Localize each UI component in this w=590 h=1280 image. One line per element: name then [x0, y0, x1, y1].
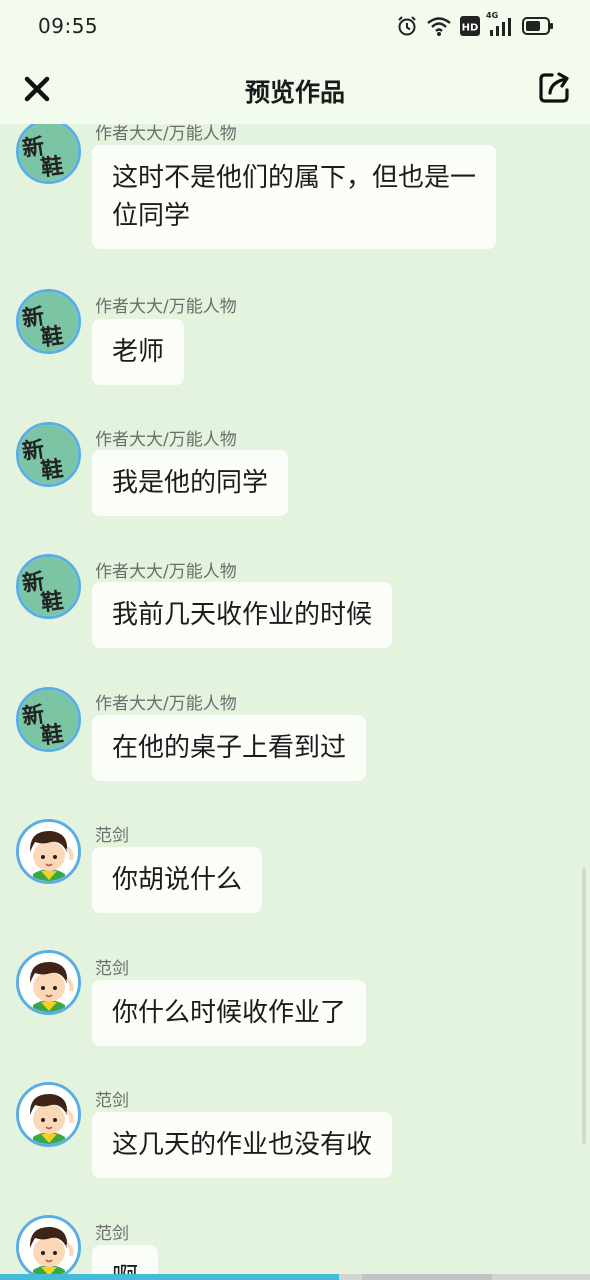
xin-sticker-avatar-icon: 新鞋: [19, 124, 78, 181]
sender-name: 作者大大/万能人物: [95, 297, 237, 317]
hd-icon: HD: [460, 16, 480, 36]
avatar[interactable]: 新鞋: [16, 422, 81, 487]
message-bubble: 啊: [92, 1245, 159, 1274]
cartoon-boy-avatar-icon: [19, 1085, 78, 1144]
message-bubble: 在他的桌子上看到过: [92, 715, 367, 781]
avatar[interactable]: [16, 1215, 81, 1274]
cartoon-boy-avatar-icon: [19, 822, 78, 881]
wifi-icon: [426, 15, 452, 37]
message-bubble: 你胡说什么: [92, 847, 263, 913]
alarm-icon: [396, 15, 418, 37]
page-title: 预览作品: [244, 78, 345, 107]
playback-progress-fill: [0, 1274, 340, 1280]
avatar[interactable]: 新鞋: [16, 289, 81, 354]
xin-sticker-avatar-icon: 新鞋: [19, 425, 78, 484]
xin-sticker-avatar-icon: 新鞋: [19, 292, 78, 351]
cartoon-boy-avatar-icon: [19, 1218, 78, 1274]
svg-text:鞋: 鞋: [39, 457, 64, 484]
message-bubble: 这时不是他们的属下，但也是一位同学: [92, 145, 496, 249]
svg-text:鞋: 鞋: [39, 589, 64, 616]
top-navigation-bar: 预览作品: [0, 54, 590, 124]
sender-name: 范剑: [95, 959, 129, 979]
sender-name: 范剑: [95, 1091, 129, 1111]
share-icon: [539, 72, 569, 103]
svg-text:鞋: 鞋: [39, 324, 64, 351]
sender-name: 作者大大/万能人物: [95, 694, 237, 714]
avatar[interactable]: [16, 1082, 81, 1147]
message-bubble: 我前几天收作业的时候: [92, 582, 393, 648]
signal-icon: 4G: [486, 11, 514, 37]
svg-text:鞋: 鞋: [39, 722, 64, 749]
xin-sticker-avatar-icon: 新鞋: [19, 557, 78, 616]
home-indicator: [362, 1274, 492, 1280]
avatar[interactable]: 新鞋: [16, 554, 81, 619]
network-type-label: 4G: [486, 11, 499, 20]
status-bar: 09:55 HD 4G: [0, 0, 590, 54]
avatar[interactable]: [16, 819, 81, 884]
sender-name: 范剑: [95, 1224, 129, 1244]
battery-icon: [522, 16, 554, 36]
xin-sticker-avatar-icon: 新鞋: [19, 690, 78, 749]
chat-preview-area[interactable]: 新鞋 作者大大/万能人物 这时不是他们的属下，但也是一位同学 新鞋 作者大大/万…: [0, 124, 590, 1274]
chat-scrollbar[interactable]: [582, 868, 586, 1144]
playback-progress-bar[interactable]: [0, 1274, 590, 1280]
message-bubble: 老师: [92, 319, 185, 385]
message-bubble: 我是他的同学: [92, 450, 289, 516]
message-bubble: 这几天的作业也没有收: [92, 1112, 393, 1178]
sender-name: 作者大大/万能人物: [95, 430, 237, 450]
sender-name: 作者大大/万能人物: [95, 124, 237, 144]
status-time: 09:55: [38, 14, 99, 38]
avatar[interactable]: [16, 950, 81, 1015]
svg-text:HD: HD: [462, 23, 479, 34]
sender-name: 作者大大/万能人物: [95, 562, 237, 582]
svg-text:鞋: 鞋: [39, 154, 64, 181]
share-button[interactable]: [534, 68, 574, 108]
sender-name: 范剑: [95, 826, 129, 846]
status-icons: HD 4G: [396, 11, 554, 38]
avatar[interactable]: 新鞋: [16, 687, 81, 752]
avatar[interactable]: 新鞋: [16, 124, 81, 184]
message-bubble: 你什么时候收作业了: [92, 980, 367, 1046]
cartoon-boy-avatar-icon: [19, 953, 78, 1012]
